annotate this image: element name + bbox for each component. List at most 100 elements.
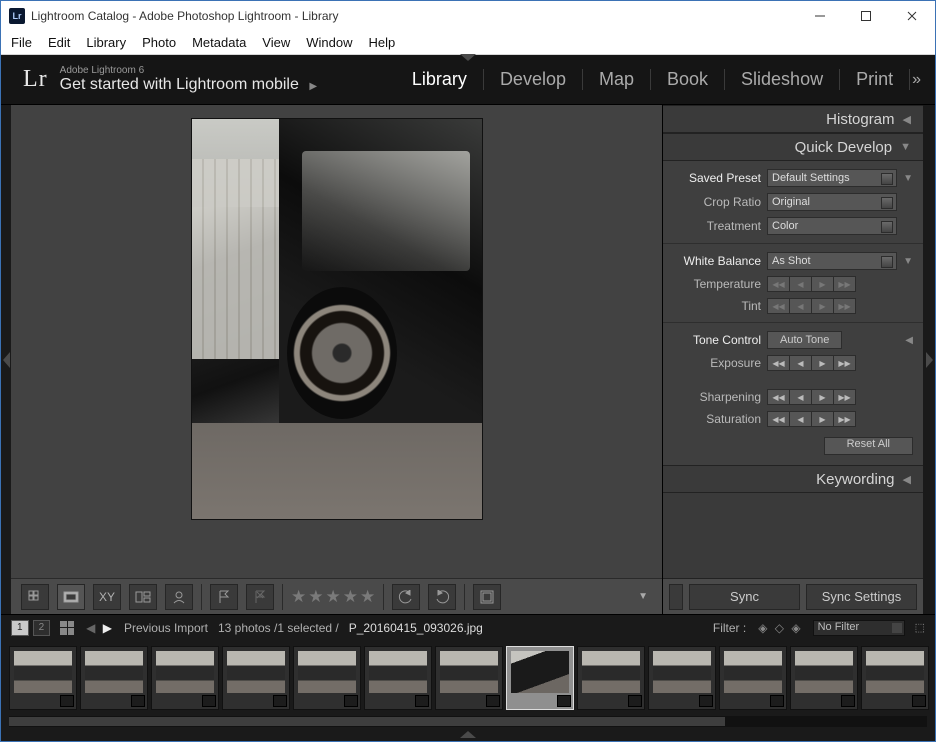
filter-label: Filter : (713, 621, 746, 635)
section-expand-icon[interactable]: ◀ (905, 335, 913, 346)
thumbnail[interactable] (648, 646, 716, 710)
filmstrip-scrollbar[interactable] (9, 716, 927, 727)
current-filename: P_20160415_093026.jpg (349, 621, 483, 635)
compare-view-button[interactable]: XY (93, 584, 121, 610)
tint-stepper[interactable]: ◀◀◀▶▶▶ (767, 298, 856, 314)
rotate-ccw-button[interactable] (392, 584, 420, 610)
lightroom-logo: Lr (23, 66, 48, 93)
thumbnail[interactable] (435, 646, 503, 710)
app-body: Lr Adobe Lightroom 6 Get started with Li… (1, 55, 935, 741)
thumbnail[interactable] (80, 646, 148, 710)
rotate-cw-button[interactable] (428, 584, 456, 610)
sync-bar: Sync Sync Settings (663, 578, 923, 614)
sync-settings-button[interactable]: Sync Settings (806, 584, 917, 610)
filter-flag-pick[interactable]: ◈ (758, 621, 767, 635)
thumbnail[interactable] (9, 646, 77, 710)
menu-edit[interactable]: Edit (48, 35, 70, 50)
monitor-2-button[interactable]: 2 (33, 620, 51, 636)
nav-arrows: ◀ ▶ (84, 621, 114, 635)
section-collapse-icon[interactable]: ▼ (903, 256, 913, 267)
sharpening-label: Sharpening (673, 390, 761, 404)
filter-lock-icon[interactable]: ⬚ (915, 621, 925, 634)
menu-library[interactable]: Library (86, 35, 126, 50)
treatment-select[interactable]: Color (767, 217, 897, 235)
people-view-button[interactable] (165, 584, 193, 610)
menu-photo[interactable]: Photo (142, 35, 176, 50)
sync-switch[interactable] (669, 584, 683, 610)
module-map[interactable]: Map (583, 69, 651, 90)
thumbnail[interactable] (577, 646, 645, 710)
chevron-left-icon: ◀ (903, 473, 911, 486)
monitor-1-button[interactable]: 1 (11, 620, 29, 636)
menu-metadata[interactable]: Metadata (192, 35, 246, 50)
saved-preset-label: Saved Preset (673, 171, 761, 185)
chevron-down-icon: ▼ (900, 141, 911, 153)
nav-back-button[interactable]: ◀ (86, 621, 95, 635)
crop-ratio-label: Crop Ratio (673, 195, 761, 209)
crop-ratio-select[interactable]: Original (767, 193, 897, 211)
reset-all-button[interactable]: Reset All (824, 437, 913, 455)
identity-menu-icon[interactable]: ▶ (309, 81, 317, 92)
flag-reject-button[interactable] (246, 584, 274, 610)
sharpening-stepper[interactable]: ◀◀◀▶▶▶ (767, 389, 856, 405)
histogram-panel-header[interactable]: Histogram◀ (663, 105, 923, 133)
filter-flag-reject[interactable]: ◈ (791, 621, 800, 635)
thumbnail[interactable] (151, 646, 219, 710)
thumbnail[interactable] (790, 646, 858, 710)
right-panel-toggle[interactable] (923, 105, 935, 614)
thumbnail[interactable] (222, 646, 290, 710)
menu-help[interactable]: Help (369, 35, 396, 50)
thumbnail-selected[interactable] (506, 646, 574, 710)
filter-flag-unflagged[interactable]: ◇ (775, 621, 784, 635)
maximize-button[interactable] (843, 1, 889, 31)
grid-view-button[interactable] (21, 584, 49, 610)
module-book[interactable]: Book (651, 69, 725, 90)
tone-control-label: Tone Control (673, 333, 761, 347)
filter-preset-select[interactable]: No Filter (813, 620, 905, 636)
module-library[interactable]: Library (396, 69, 484, 90)
tint-label: Tint (673, 299, 761, 313)
identity-subtitle: Adobe Lightroom 6 (60, 65, 317, 76)
module-slideshow[interactable]: Slideshow (725, 69, 840, 90)
thumbnail-strip[interactable] (1, 640, 935, 716)
thumbnail[interactable] (719, 646, 787, 710)
white-balance-select[interactable]: As Shot (767, 252, 897, 270)
saturation-stepper[interactable]: ◀◀◀▶▶▶ (767, 411, 856, 427)
identity-tagline[interactable]: Get started with Lightroom mobile (60, 76, 299, 93)
thumbnail[interactable] (861, 646, 929, 710)
survey-view-button[interactable] (129, 584, 157, 610)
module-develop[interactable]: Develop (484, 69, 583, 90)
keywording-panel-header[interactable]: Keywording◀ (663, 465, 923, 493)
exposure-label: Exposure (673, 356, 761, 370)
left-panel-toggle[interactable] (1, 105, 11, 614)
sync-button[interactable]: Sync (689, 584, 800, 610)
quick-develop-panel-header[interactable]: Quick Develop ▼ (663, 133, 923, 161)
module-overflow-icon[interactable]: » (912, 71, 921, 89)
quick-develop-label: Quick Develop (795, 139, 893, 156)
treatment-label: Treatment (673, 219, 761, 233)
crop-frame-button[interactable] (473, 584, 501, 610)
module-print[interactable]: Print (840, 69, 910, 90)
menu-file[interactable]: File (11, 35, 32, 50)
thumbnail[interactable] (293, 646, 361, 710)
menu-view[interactable]: View (262, 35, 290, 50)
source-label[interactable]: Previous Import (124, 621, 208, 635)
section-collapse-icon[interactable]: ▼ (903, 173, 913, 184)
filmstrip: 1 2 ◀ ▶ Previous Import 13 photos /1 sel… (1, 614, 935, 741)
rating-stars[interactable]: ★★★★★ (291, 587, 375, 607)
flag-pick-button[interactable] (210, 584, 238, 610)
exposure-stepper[interactable]: ◀◀◀▶▶▶ (767, 355, 856, 371)
minimize-button[interactable] (797, 1, 843, 31)
auto-tone-button[interactable]: Auto Tone (767, 331, 842, 349)
close-button[interactable] (889, 1, 935, 31)
nav-forward-button[interactable]: ▶ (103, 621, 112, 635)
toolbar-options-icon[interactable]: ▼ (638, 591, 648, 602)
thumbnail[interactable] (364, 646, 432, 710)
loupe-photo[interactable] (192, 119, 482, 519)
menu-window[interactable]: Window (306, 35, 352, 50)
temperature-stepper[interactable]: ◀◀◀▶▶▶ (767, 276, 856, 292)
loupe-view-button[interactable] (57, 584, 85, 610)
bottom-panel-toggle[interactable] (1, 731, 935, 741)
grid-icon[interactable] (60, 621, 74, 635)
saved-preset-select[interactable]: Default Settings (767, 169, 897, 187)
